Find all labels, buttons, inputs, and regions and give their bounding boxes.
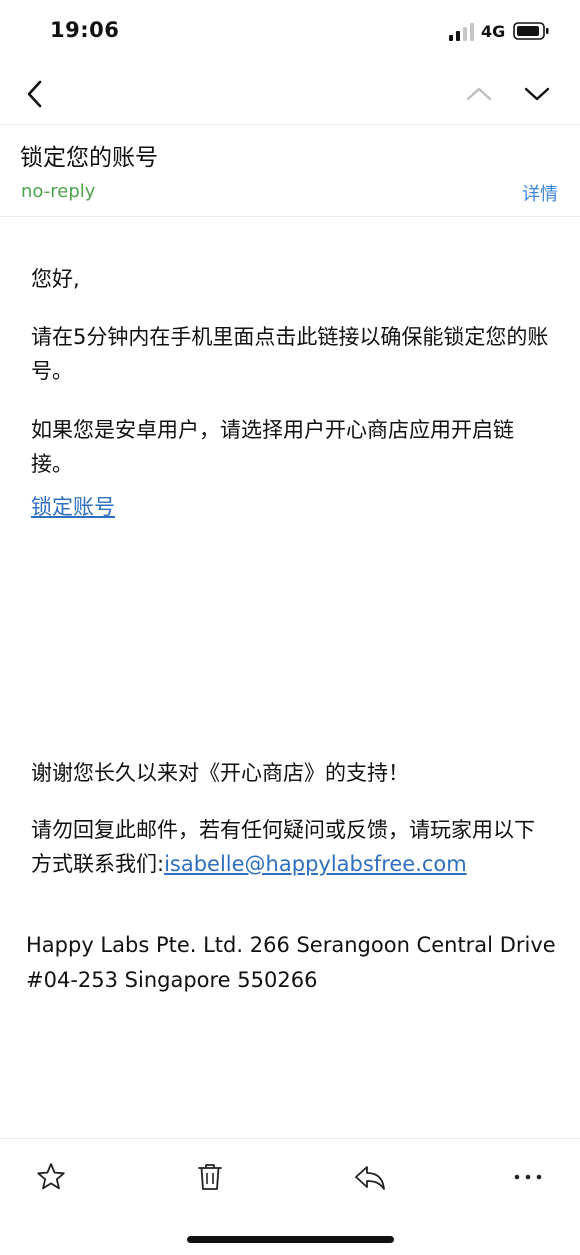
more-icon xyxy=(514,1174,542,1180)
nav-bar xyxy=(0,62,580,125)
chevron-left-icon xyxy=(27,80,42,108)
status-time: 19:06 xyxy=(50,18,120,42)
chevron-up-icon xyxy=(466,87,492,101)
signal-icon xyxy=(449,23,474,41)
greeting: 您好, xyxy=(31,267,80,291)
contact-email-link[interactable]: isabelle@happylabsfree.com xyxy=(164,852,467,876)
mail-header: 锁定您的账号 no-reply 详情 xyxy=(0,124,580,217)
lock-account-link-wrapper: 锁定账号 xyxy=(31,490,551,524)
sender-name[interactable]: no-reply xyxy=(21,181,95,202)
back-button[interactable] xyxy=(15,74,55,114)
contact-paragraph: 请勿回复此邮件，若有任何疑问或反馈，请玩家用以下方式联系我们:isabelle@… xyxy=(31,813,536,881)
more-button[interactable] xyxy=(510,1159,546,1195)
details-link[interactable]: 详情 xyxy=(522,180,558,206)
favorite-button[interactable] xyxy=(33,1159,69,1195)
network-type: 4G xyxy=(481,22,506,41)
chevron-down-icon xyxy=(524,87,550,101)
home-indicator xyxy=(187,1236,394,1243)
previous-email-button[interactable] xyxy=(459,74,499,114)
reply-icon xyxy=(355,1166,385,1190)
bottom-toolbar xyxy=(0,1138,580,1217)
paragraph-lock-instructions: 请在5分钟内在手机里面点击此链接以确保能锁定您的账号。 xyxy=(31,325,549,383)
star-icon xyxy=(37,1163,65,1190)
reply-button[interactable] xyxy=(352,1159,388,1195)
company-address: Happy Labs Pte. Ltd. 266 Serangoon Centr… xyxy=(26,933,556,992)
thanks-text: 谢谢您长久以来对《开心商店》的支持！ xyxy=(31,761,409,785)
status-bar: 19:06 4G xyxy=(0,0,580,62)
paragraph-android-instructions: 如果您是安卓用户，请选择用户开心商店应用开启链接。 xyxy=(31,418,514,476)
next-email-button[interactable] xyxy=(517,74,557,114)
lock-account-link[interactable]: 锁定账号 xyxy=(31,495,115,519)
battery-icon xyxy=(513,22,549,40)
trash-icon xyxy=(198,1164,222,1190)
email-subject: 锁定您的账号 xyxy=(20,145,158,171)
delete-button[interactable] xyxy=(192,1159,228,1195)
